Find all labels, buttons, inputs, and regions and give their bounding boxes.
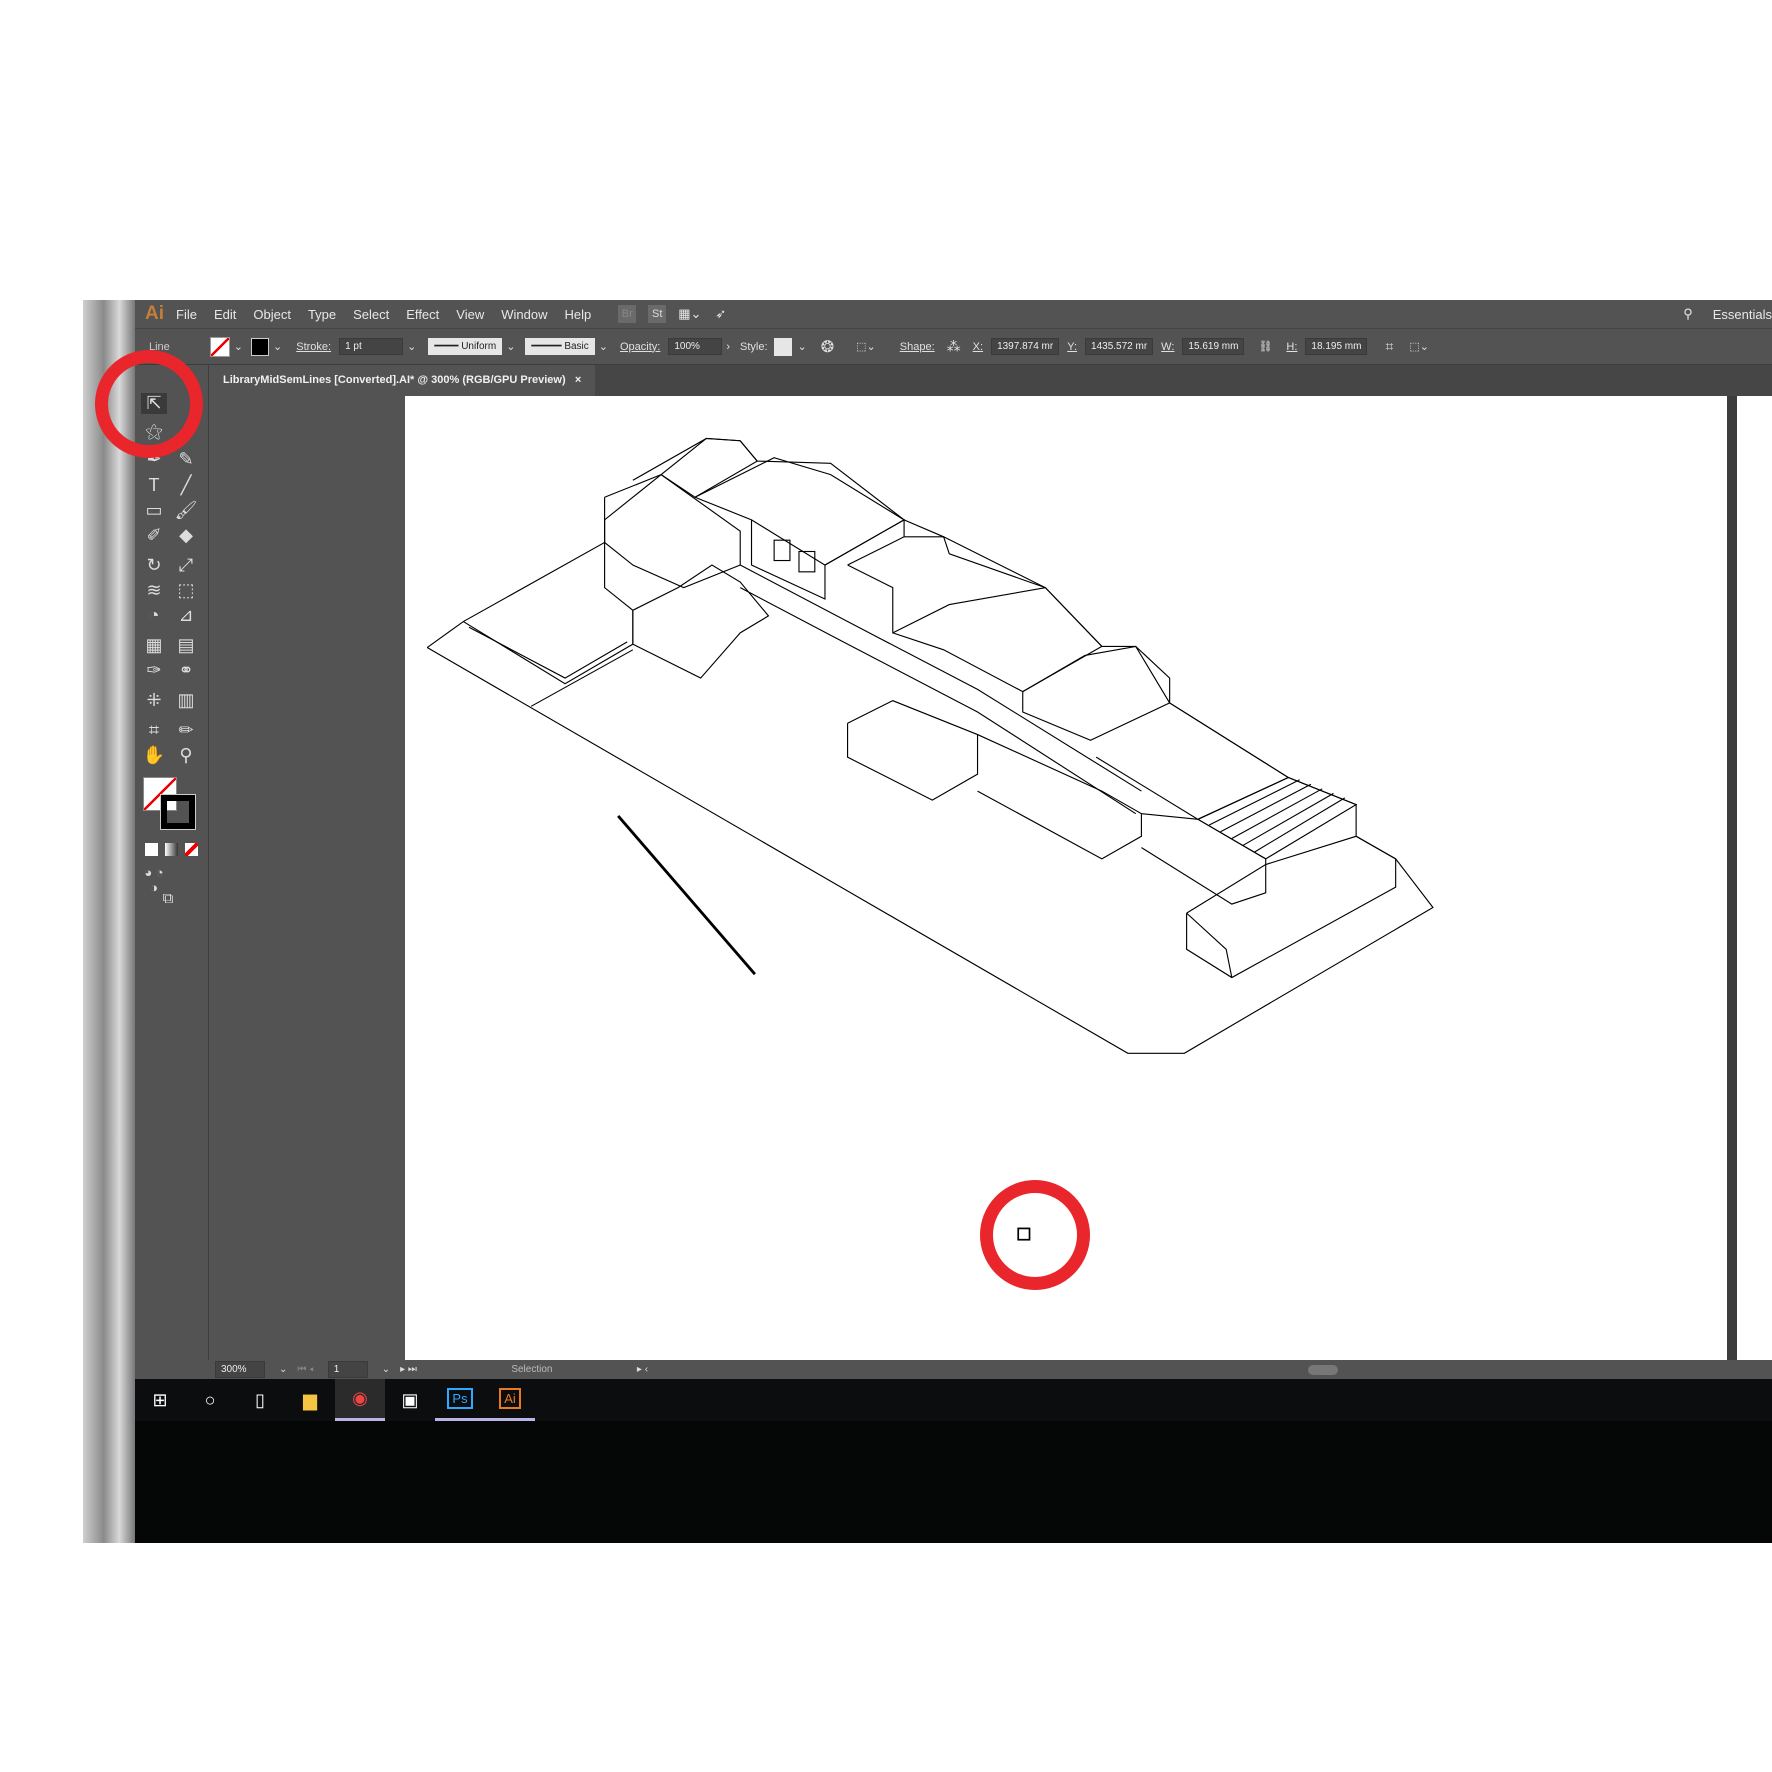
status-bar: 300% ⌄ ⏮ ◂ 1 ⌄ ▸ ⏭ Selection ▸ ‹ (209, 1360, 1772, 1379)
block-5 (1022, 645, 1171, 741)
desktop-background (135, 1421, 1772, 1543)
next-artboard-icon[interactable]: ▸ ⏭ (400, 1364, 417, 1375)
status-menu-icon[interactable]: ▸ ‹ (637, 1364, 648, 1375)
terrace-inner (468, 626, 628, 679)
photoshop-taskbar-button[interactable]: Ps (435, 1379, 485, 1421)
horizontal-scrollbar-thumb[interactable] (1308, 1364, 1339, 1375)
window (773, 539, 791, 562)
highlight-circle-selection-tool (95, 350, 203, 458)
windows-taskbar: ⊞ ○ ▯ ▆ ◉ ▣ Ps Ai (135, 1379, 1772, 1421)
zoom-level-input[interactable]: 300% (215, 1361, 265, 1378)
first-artboard-icon[interactable]: ⏮ ◂ (297, 1364, 313, 1375)
block-7 (977, 734, 1142, 860)
block-3-roof (892, 587, 1046, 634)
status-tool-label: Selection (511, 1364, 553, 1375)
block-9-roof (1186, 912, 1233, 978)
terrace (463, 542, 634, 685)
chrome-icon[interactable]: ◉ (335, 1379, 385, 1421)
ground-outline (426, 437, 1434, 1054)
windows-start-icon[interactable]: ⊞ (135, 1379, 185, 1421)
block-6 (847, 700, 979, 801)
file-explorer-icon[interactable]: ▆ (285, 1379, 335, 1421)
block-4 (632, 564, 770, 679)
illustrator-taskbar-button[interactable]: Ai (485, 1379, 535, 1421)
illustrator-icon: Ai (499, 1388, 521, 1409)
block-9 (1186, 835, 1397, 979)
task-view-icon[interactable]: ▯ (235, 1379, 285, 1421)
ground-line (530, 649, 634, 707)
chevron-down-icon[interactable]: ⌄ (382, 1364, 390, 1375)
chevron-down-icon[interactable]: ⌄ (279, 1364, 287, 1375)
block-8 (1141, 813, 1267, 905)
block-2 (694, 457, 906, 566)
cortana-search-icon[interactable]: ○ (185, 1379, 235, 1421)
spine (739, 564, 1142, 792)
selected-line[interactable] (617, 815, 756, 976)
store-icon[interactable]: ▣ (385, 1379, 435, 1421)
courtyard (1095, 702, 1290, 820)
photoshop-icon: Ps (447, 1388, 473, 1409)
highlight-circle-cursor (980, 1180, 1090, 1290)
block-1 (604, 474, 741, 589)
artboard-number-input[interactable]: 1 (327, 1361, 368, 1378)
